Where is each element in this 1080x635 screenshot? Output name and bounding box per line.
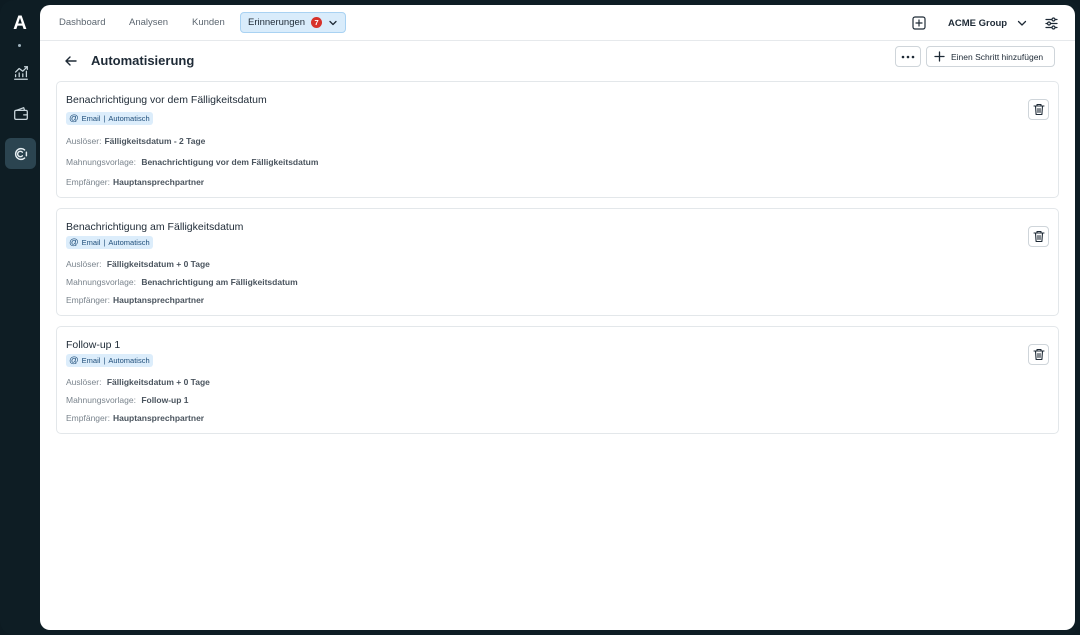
channel-tag: @ Email | Automatisch xyxy=(66,354,153,367)
main-panel: Dashboard Analysen Kunden Erinnerungen 7… xyxy=(40,5,1075,630)
delete-step-button[interactable] xyxy=(1028,226,1049,247)
add-widget-button[interactable] xyxy=(912,5,926,41)
recipient-row: Empfänger: Hauptansprechpartner xyxy=(66,295,204,305)
trigger-value: Fälligkeitsdatum - 2 Tage xyxy=(104,136,206,146)
plus-icon xyxy=(934,51,945,62)
recipient-label: Empfänger: xyxy=(66,177,110,187)
template-row: Mahnungsvorlage: Benachrichtigung am Fäl… xyxy=(66,277,298,287)
recipient-label: Empfänger: xyxy=(66,295,110,305)
template-label: Mahnungsvorlage: xyxy=(66,277,136,287)
delete-step-button[interactable] xyxy=(1028,344,1049,365)
trash-icon xyxy=(1032,103,1045,116)
template-label: Mahnungsvorlage: xyxy=(66,395,136,405)
trigger-row: Auslöser: Fälligkeitsdatum + 0 Tage xyxy=(66,259,210,269)
at-icon: @ xyxy=(69,237,79,248)
recipient-row: Empfänger: Hauptansprechpartner xyxy=(66,413,204,423)
template-row: Mahnungsvorlage: Follow-up 1 xyxy=(66,395,189,405)
chevron-down-icon xyxy=(1017,20,1027,26)
sidebar-item-reminders[interactable] xyxy=(5,138,36,169)
tag-separator: | xyxy=(103,356,106,365)
recipient-value: Hauptansprechpartner xyxy=(112,413,205,423)
automation-step-card[interactable]: Benachrichtigung vor dem Fälligkeitsdatu… xyxy=(56,81,1059,198)
automation-step-card[interactable]: Benachrichtigung am Fälligkeitsdatum @ E… xyxy=(56,208,1059,316)
notification-badge: 7 xyxy=(311,17,323,28)
recipient-row: Empfänger: Hauptansprechpartner xyxy=(66,177,204,187)
more-dots-icon xyxy=(901,55,915,58)
sidebar-item-wallet[interactable] xyxy=(5,98,36,129)
step-title: Follow-up 1 xyxy=(66,339,121,351)
add-step-button[interactable]: Einen Schritt hinzufügen xyxy=(926,46,1055,67)
settings-button[interactable] xyxy=(1044,5,1059,41)
recipient-label: Empfänger: xyxy=(66,413,110,423)
tag-mode: Automatisch xyxy=(108,356,150,365)
channel-tag: @ Email | Automatisch xyxy=(66,236,153,249)
page-title: Automatisierung xyxy=(91,53,195,68)
chevron-down-icon xyxy=(329,20,337,25)
step-title: Benachrichtigung am Fälligkeitsdatum xyxy=(66,221,244,233)
trigger-row: Auslöser: Fälligkeitsdatum - 2 Tage xyxy=(66,136,205,146)
tab-kunden[interactable]: Kunden xyxy=(192,5,225,41)
step-title: Benachrichtigung vor dem Fälligkeitsdatu… xyxy=(66,94,267,106)
trigger-value: Fälligkeitsdatum + 0 Tage xyxy=(106,377,210,387)
chart-trend-icon xyxy=(13,65,28,80)
trash-icon xyxy=(1032,230,1045,243)
plus-square-icon xyxy=(912,16,926,30)
tag-mode: Automatisch xyxy=(108,114,150,123)
wallet-icon xyxy=(13,106,28,120)
recipient-value: Hauptansprechpartner xyxy=(112,295,205,305)
tab-erinnerungen[interactable]: Erinnerungen 7 xyxy=(240,12,347,33)
org-name: ACME Group xyxy=(948,17,1008,29)
app-window: A Dashboard Analysen Kunden Erinnerungen… xyxy=(0,0,1080,635)
more-options-button[interactable] xyxy=(895,46,921,67)
tag-channel: Email xyxy=(81,114,101,123)
template-value: Benachrichtigung vor dem Fälligkeitsdatu… xyxy=(141,157,319,167)
tag-mode: Automatisch xyxy=(108,238,150,247)
tab-dashboard[interactable]: Dashboard xyxy=(59,5,105,41)
reminder-icon xyxy=(14,147,27,160)
org-switcher[interactable]: ACME Group xyxy=(948,5,1028,41)
automation-step-card[interactable]: Follow-up 1 @ Email | Automatisch Auslös… xyxy=(56,326,1059,434)
template-row: Mahnungsvorlage: Benachrichtigung vor de… xyxy=(66,157,318,167)
delete-step-button[interactable] xyxy=(1028,99,1049,120)
page-header: Automatisierung Einen Schritt hinzufügen xyxy=(40,41,1075,79)
add-step-label: Einen Schritt hinzufügen xyxy=(951,51,1044,62)
tag-channel: Email xyxy=(81,356,101,365)
logo-dot xyxy=(18,44,21,47)
template-label: Mahnungsvorlage: xyxy=(66,157,136,167)
tab-analysen[interactable]: Analysen xyxy=(129,5,168,41)
at-icon: @ xyxy=(69,113,79,124)
channel-tag: @ Email | Automatisch xyxy=(66,112,153,125)
trigger-value: Fälligkeitsdatum + 0 Tage xyxy=(106,259,210,269)
tag-separator: | xyxy=(103,114,106,123)
trigger-row: Auslöser: Fälligkeitsdatum + 0 Tage xyxy=(66,377,210,387)
template-value: Benachrichtigung am Fälligkeitsdatum xyxy=(141,277,298,287)
trigger-label: Auslöser: xyxy=(66,136,102,146)
recipient-value: Hauptansprechpartner xyxy=(112,177,205,187)
sidebar: A xyxy=(0,0,40,635)
trigger-label: Auslöser: xyxy=(66,377,102,387)
top-navigation: Dashboard Analysen Kunden Erinnerungen 7… xyxy=(40,5,1075,41)
tab-erinnerungen-label: Erinnerungen xyxy=(248,17,306,28)
template-value: Follow-up 1 xyxy=(141,395,189,405)
app-logo: A xyxy=(13,13,27,34)
tag-channel: Email xyxy=(81,238,101,247)
tag-separator: | xyxy=(103,238,106,247)
sliders-icon xyxy=(1045,16,1058,30)
trigger-label: Auslöser: xyxy=(66,259,102,269)
sidebar-item-analytics[interactable] xyxy=(5,57,36,88)
trash-icon xyxy=(1032,348,1045,361)
at-icon: @ xyxy=(69,355,79,366)
back-arrow-icon[interactable] xyxy=(64,54,78,68)
